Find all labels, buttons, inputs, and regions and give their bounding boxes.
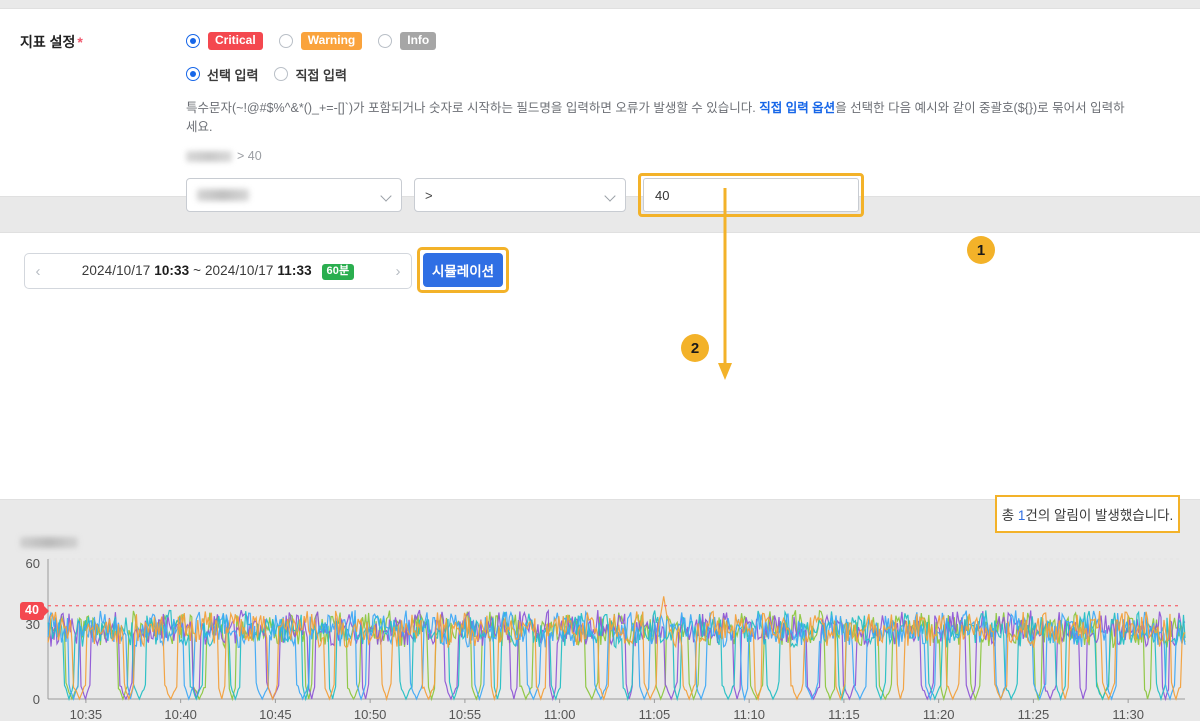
x-tick-label: 11:10: [733, 707, 765, 721]
alert-summary-suffix: 건의 알림이 발생했습니다.: [1025, 508, 1174, 523]
x-tick-label: 10:45: [259, 707, 292, 721]
redacted-chart-title: [20, 537, 78, 548]
simulation-panel: ‹ 2024/10/17 10:33 ~ 2024/10/17 11:33 60…: [0, 232, 1200, 721]
input-mode-label-direct: 직접 입력: [295, 67, 347, 83]
x-tick-label: 11:30: [1112, 707, 1144, 721]
range-start-date: 2024/10/17: [81, 262, 151, 278]
chart-svg: 60 30 0 10:35 10:40 10:45 10:50 10:55 11:00 11…: [26, 556, 1186, 721]
x-tick-label: 10:35: [70, 707, 103, 721]
previous-range-button[interactable]: ‹: [25, 264, 51, 279]
severity-badge-critical: Critical: [208, 32, 263, 50]
duration-badge: 60분: [321, 263, 355, 280]
severity-badge-warning: Warning: [300, 32, 363, 50]
alert-summary-count: 1: [1017, 508, 1026, 523]
redacted-metric-value: [197, 189, 249, 201]
operator-select-value: >: [425, 187, 433, 203]
helper-description: 특수문자(~!@#$%^&*()_+=-[]`)가 포함되거나 숫자로 시작하는…: [186, 99, 1136, 137]
simulation-button[interactable]: 시뮬레이션: [423, 253, 503, 287]
radio-icon-info[interactable]: [378, 34, 393, 48]
input-mode-option-select[interactable]: 선택 입력: [186, 65, 258, 84]
x-tick-label: 10:55: [449, 707, 482, 721]
form-label-text: 지표 설정: [20, 34, 76, 50]
field-column: Critical Warning Info 선택 입력 직접 입력 특수문자(~…: [186, 29, 1186, 217]
severity-radio-group: Critical Warning Info: [186, 29, 1186, 53]
severity-badge-info: Info: [400, 32, 437, 50]
condition-inputs-row: >: [186, 173, 1186, 217]
x-tick-label: 11:20: [923, 707, 955, 721]
x-tick-label: 11:25: [1018, 707, 1050, 721]
helper-description-part1: 특수문자(~!@#$%^&*()_+=-[]`)가 포함되거나 숫자로 시작하는…: [186, 101, 760, 115]
y-tick-60: 60: [26, 556, 40, 571]
required-marker: *: [77, 34, 83, 50]
threshold-input-highlight: [638, 173, 864, 217]
severity-option-warning[interactable]: Warning: [278, 32, 363, 50]
x-tick-label: 10:40: [164, 707, 197, 721]
radio-icon-direct-input[interactable]: [274, 67, 289, 81]
x-tick-label: 10:50: [354, 707, 387, 721]
metric-setting-panel: 지표 설정 * Critical Warning Info 선택 입력 직접 입…: [0, 8, 1200, 217]
alert-summary-prefix: 총: [1001, 508, 1018, 523]
y-tick-0: 0: [33, 692, 40, 707]
example-expression-text: > 40: [237, 149, 262, 163]
threshold-input[interactable]: [643, 178, 859, 212]
callout-badge-1: 1: [967, 236, 995, 264]
x-tick-label: 11:00: [544, 707, 576, 721]
redacted-metric-name: [186, 150, 232, 162]
range-end-time: 11:33: [277, 262, 312, 278]
operator-select[interactable]: >: [414, 178, 626, 212]
screenshot-root: 지표 설정 * Critical Warning Info 선택 입력 직접 입…: [0, 0, 1200, 721]
severity-option-critical[interactable]: Critical: [186, 32, 263, 50]
time-range-text: 2024/10/17 10:33 ~ 2024/10/17 11:33 60분: [51, 263, 385, 280]
series-group: [47, 596, 1186, 702]
alert-summary-text: 총 1건의 알림이 발생했습니다.: [1002, 504, 1174, 524]
severity-option-info[interactable]: Info: [378, 32, 437, 50]
range-end-date: 2024/10/17: [204, 262, 274, 278]
x-tick-label: 11:05: [639, 707, 671, 721]
chevron-down-icon: [606, 192, 615, 201]
range-start-time: 10:33: [154, 262, 190, 278]
metric-select[interactable]: [186, 178, 402, 212]
helper-description-link[interactable]: 직접 입력 옵션: [759, 101, 835, 115]
metric-chart: 60 30 0 10:35 10:40 10:45 10:50 10:55 11:00 11…: [0, 551, 1200, 721]
alert-summary-highlight: 총 1건의 알림이 발생했습니다.: [995, 495, 1180, 533]
series-line-1: [47, 596, 1186, 702]
next-range-button[interactable]: ›: [385, 264, 411, 279]
input-mode-option-direct[interactable]: 직접 입력: [274, 65, 347, 84]
x-tick-label: 11:15: [828, 707, 860, 721]
radio-icon-warning[interactable]: [278, 34, 293, 48]
callout-badge-2: 2: [681, 334, 709, 362]
chevron-down-icon: [382, 192, 391, 201]
simulation-button-highlight: 시뮬레이션: [417, 247, 509, 293]
time-range-selector[interactable]: ‹ 2024/10/17 10:33 ~ 2024/10/17 11:33 60…: [24, 253, 412, 289]
example-expression: > 40: [186, 148, 1186, 164]
radio-icon-select-input[interactable]: [186, 67, 200, 81]
page-title: 지표 설정 *: [20, 32, 83, 52]
radio-icon-critical[interactable]: [186, 34, 200, 48]
input-mode-label-select: 선택 입력: [207, 67, 259, 83]
range-separator: ~: [193, 262, 202, 278]
threshold-value-badge: 40: [20, 602, 49, 620]
input-mode-radio-group: 선택 입력 직접 입력: [186, 62, 1186, 86]
x-axis-ticks: 10:35 10:40 10:45 10:50 10:55 11:00 11:05 11:10…: [70, 699, 1144, 721]
